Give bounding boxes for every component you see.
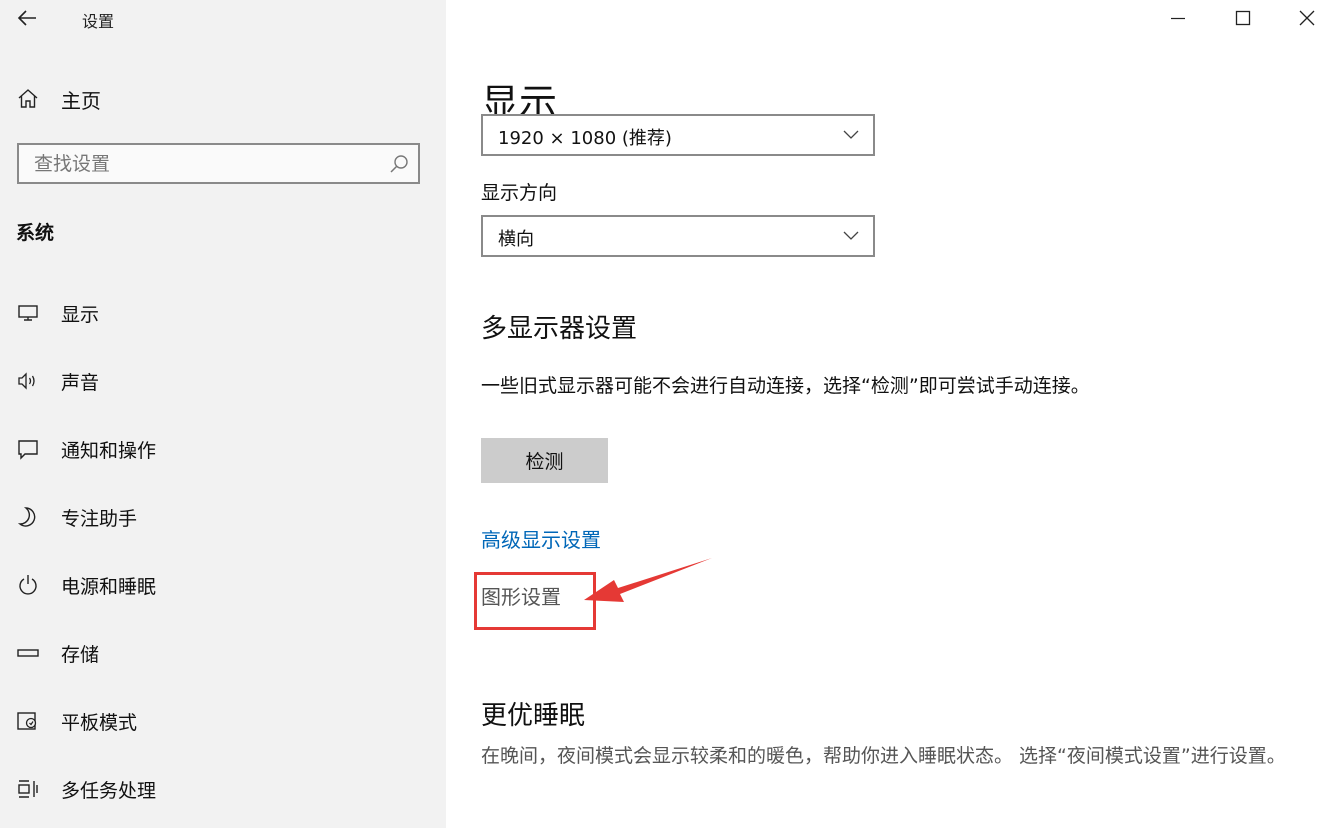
maximize-icon	[1235, 10, 1251, 26]
search-icon	[390, 155, 408, 173]
better-sleep-heading: 更优睡眠	[481, 701, 586, 731]
resolution-value: 1920 × 1080 (推荐)	[498, 128, 672, 149]
sidebar-item-label: 通知和操作	[61, 439, 157, 462]
sidebar: 设置 主页 系统 显示 声音 通知和操作	[0, 0, 446, 828]
orientation-dropdown[interactable]: 横向	[481, 215, 875, 257]
orientation-value: 横向	[498, 229, 534, 250]
sidebar-item-label: 显示	[61, 303, 100, 326]
orientation-label: 显示方向	[481, 182, 558, 204]
multi-display-heading: 多显示器设置	[481, 314, 638, 344]
back-arrow-icon	[17, 10, 36, 26]
minimize-button[interactable]	[1148, 0, 1208, 36]
back-button[interactable]	[14, 4, 42, 32]
multi-display-description: 一些旧式显示器可能不会进行自动连接，选择“检测”即可尝试手动连接。	[481, 375, 1090, 397]
search-box[interactable]	[17, 143, 420, 184]
minimize-icon	[1171, 17, 1185, 20]
better-sleep-description: 在晚间，夜间模式会显示较柔和的暖色，帮助你进入睡眠状态。 选择“夜间模式设置”进…	[481, 745, 1286, 767]
tablet-icon	[14, 707, 42, 735]
section-heading: 系统	[16, 222, 55, 244]
sidebar-item-tablet-mode[interactable]: 平板模式	[14, 701, 434, 741]
sidebar-item-label: 多任务处理	[61, 779, 157, 802]
monitor-icon	[14, 299, 42, 327]
storage-icon	[14, 639, 42, 667]
sidebar-item-label: 存储	[61, 643, 100, 666]
main-content: 显示 1920 × 1080 (推荐) 显示方向 横向 多显示器设置 一些旧式显…	[446, 0, 1332, 828]
sidebar-item-label: 声音	[61, 371, 100, 394]
notification-icon	[14, 435, 42, 463]
maximize-button[interactable]	[1213, 0, 1273, 36]
moon-icon	[14, 503, 42, 531]
detect-button[interactable]: 检测	[481, 438, 608, 483]
sidebar-item-label: 主页	[61, 88, 101, 113]
speaker-icon	[14, 367, 42, 395]
sidebar-item-label: 专注助手	[61, 507, 138, 530]
app-title: 设置	[82, 12, 115, 31]
sidebar-item-label: 平板模式	[61, 711, 138, 734]
chevron-down-icon	[843, 231, 859, 240]
sidebar-item-focus-assist[interactable]: 专注助手	[14, 497, 434, 537]
sidebar-item-power-sleep[interactable]: 电源和睡眠	[14, 565, 434, 605]
close-icon	[1299, 10, 1315, 26]
close-button[interactable]	[1277, 0, 1332, 36]
chevron-down-icon	[843, 130, 859, 139]
sidebar-item-display[interactable]: 显示	[14, 293, 434, 333]
multitask-icon	[14, 775, 42, 803]
sidebar-item-sound[interactable]: 声音	[14, 361, 434, 401]
search-input[interactable]	[19, 145, 418, 182]
sidebar-item-multitasking[interactable]: 多任务处理	[14, 769, 434, 809]
pointer-arrow-annotation	[584, 558, 712, 602]
resolution-dropdown[interactable]: 1920 × 1080 (推荐)	[481, 114, 875, 156]
home-icon	[14, 85, 42, 113]
sidebar-item-storage[interactable]: 存储	[14, 633, 434, 673]
sidebar-item-home[interactable]: 主页	[14, 82, 414, 116]
advanced-display-settings-link[interactable]: 高级显示设置	[481, 524, 601, 553]
power-icon	[14, 571, 42, 599]
sidebar-item-notifications[interactable]: 通知和操作	[14, 429, 434, 469]
sidebar-item-label: 电源和睡眠	[61, 575, 157, 598]
